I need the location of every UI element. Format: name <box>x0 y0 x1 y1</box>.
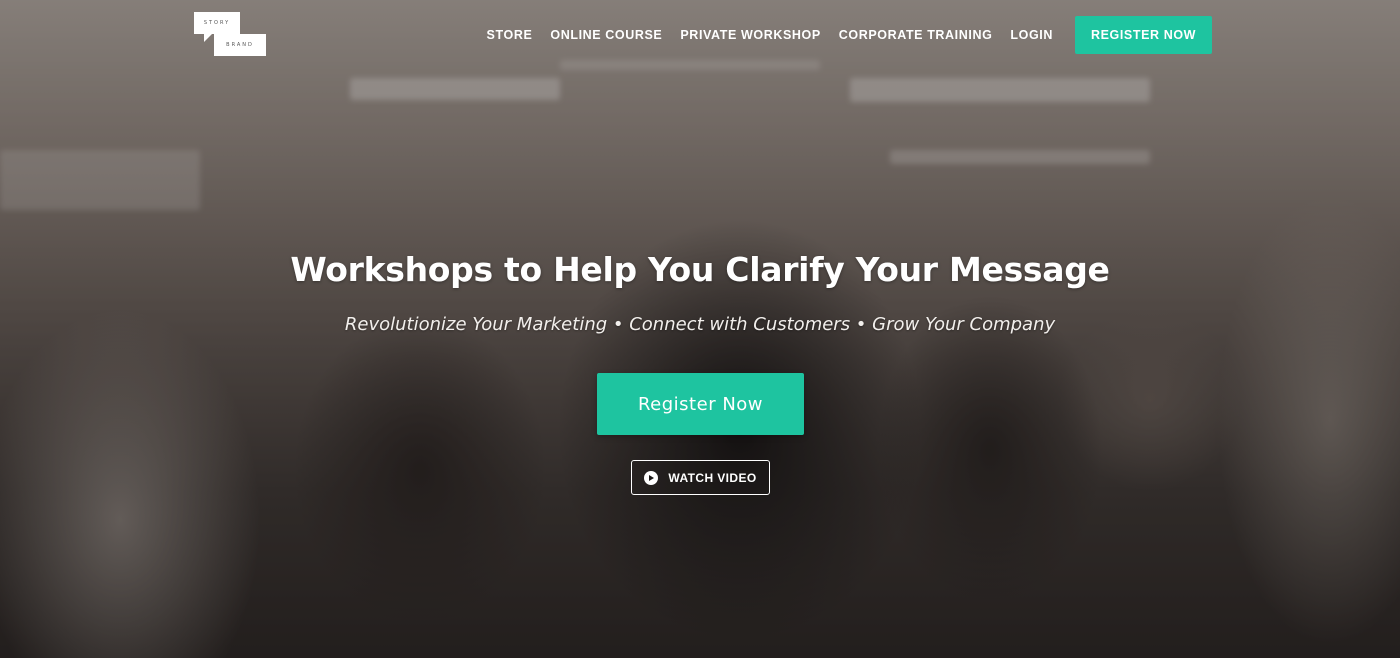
hero-headline: Workshops to Help You Clarify Your Messa… <box>290 250 1110 289</box>
nav-item-corporate-training[interactable]: CORPORATE TRAINING <box>839 28 993 42</box>
nav-item-login[interactable]: LOGIN <box>1010 28 1053 42</box>
logo-top-text: STORY <box>203 20 231 26</box>
watch-video-button[interactable]: WATCH VIDEO <box>631 460 770 495</box>
watch-video-label: WATCH VIDEO <box>668 470 757 485</box>
main-nav: STORE ONLINE COURSE PRIVATE WORKSHOP COR… <box>469 16 1212 54</box>
play-circle-icon <box>644 470 659 485</box>
register-now-button[interactable]: Register Now <box>597 373 804 435</box>
logo-bottom-text: BRAND <box>226 42 254 48</box>
nav-item-store[interactable]: STORE <box>487 28 533 42</box>
nav-register-button[interactable]: REGISTER NOW <box>1075 16 1212 54</box>
hero-section: STORY BRAND STORE ONLINE COURSE PRIVATE … <box>0 0 1400 658</box>
site-header: STORY BRAND STORE ONLINE COURSE PRIVATE … <box>0 0 1400 70</box>
nav-item-private-workshop[interactable]: PRIVATE WORKSHOP <box>680 28 820 42</box>
hero-subhead: Revolutionize Your Marketing • Connect w… <box>344 314 1056 335</box>
storybrand-logo[interactable]: STORY BRAND <box>194 12 272 58</box>
logo-top-box: STORY <box>194 12 240 34</box>
logo-speech-tail <box>204 34 212 42</box>
logo-speech-tail <box>258 48 266 56</box>
nav-item-online-course[interactable]: ONLINE COURSE <box>550 28 662 42</box>
